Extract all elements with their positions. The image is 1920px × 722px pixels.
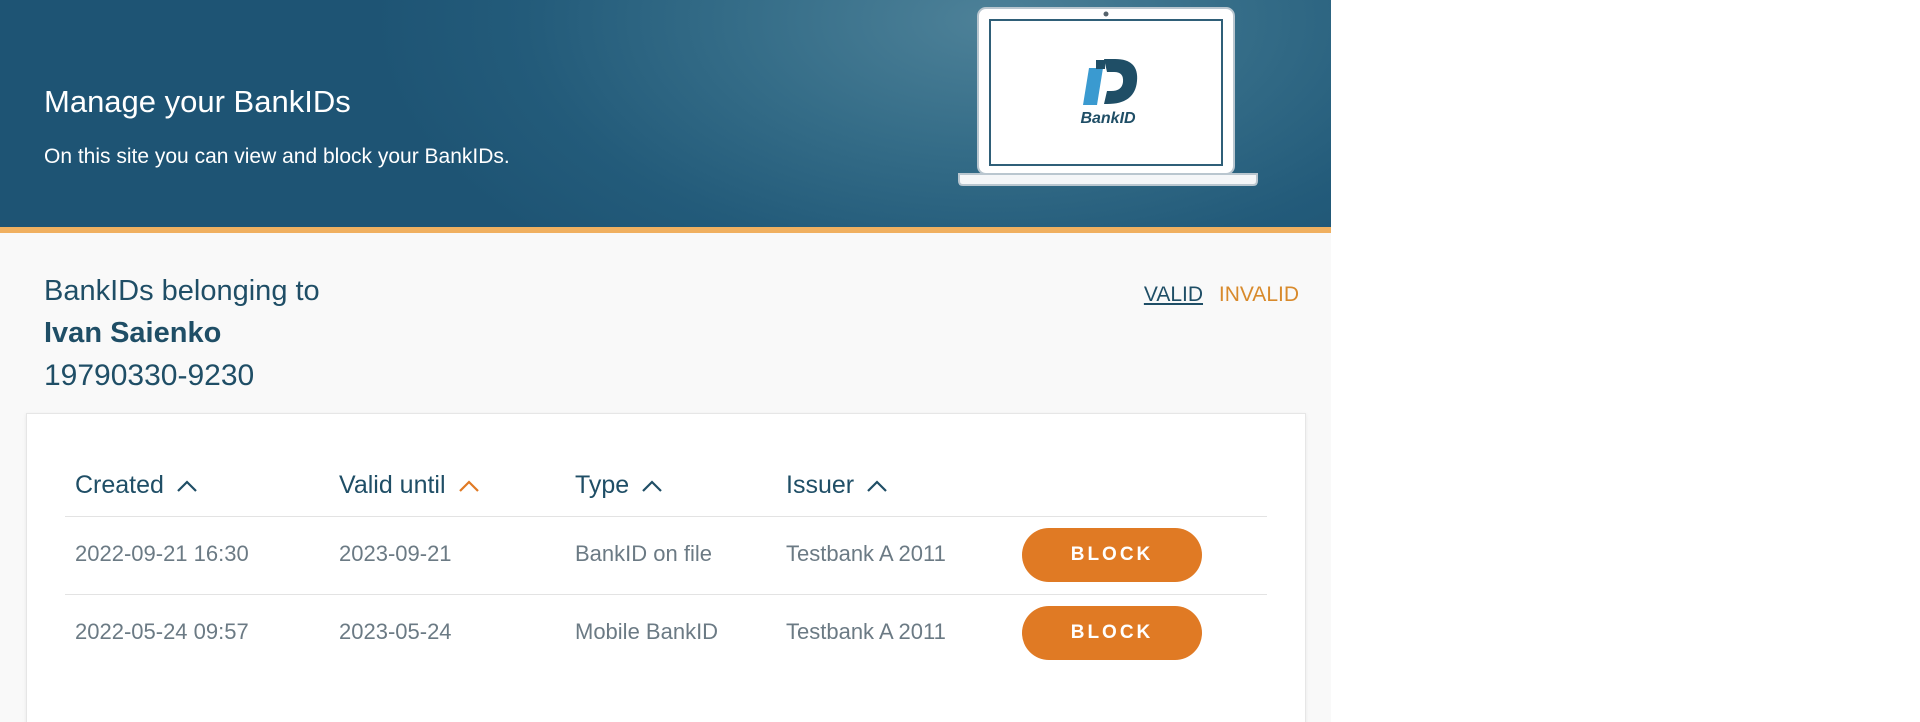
hero-banner: Manage your BankIDs On this site you can… bbox=[0, 0, 1331, 233]
cell-valid-until: 2023-09-21 bbox=[339, 541, 452, 566]
chevron-up-icon bbox=[458, 479, 479, 492]
logo-text: BankID bbox=[1080, 110, 1136, 127]
column-header-label: Valid until bbox=[339, 471, 446, 499]
bankid-table-card: Created Valid until Type Issuer 2022-09-… bbox=[26, 413, 1306, 722]
owner-info: BankIDs belonging to Ivan Saienko 197903… bbox=[44, 270, 320, 397]
cell-issuer: Testbank A 2011 bbox=[786, 619, 946, 644]
chevron-up-icon bbox=[642, 479, 662, 492]
bankid-logo: BankID bbox=[1080, 59, 1138, 127]
block-button[interactable]: BLOCK bbox=[1022, 606, 1202, 660]
owner-name: Ivan Saienko bbox=[44, 317, 222, 349]
cell-created: 2022-09-21 16:30 bbox=[75, 541, 249, 566]
column-header-issuer[interactable]: Issuer bbox=[786, 471, 888, 500]
page-subtitle: On this site you can view and block your… bbox=[44, 145, 510, 168]
page-title: Manage your BankIDs bbox=[44, 84, 351, 119]
block-button[interactable]: BLOCK bbox=[1022, 528, 1202, 582]
column-header-type[interactable]: Type bbox=[575, 471, 663, 500]
owner-heading: BankIDs belonging to bbox=[44, 275, 320, 307]
column-header-label: Issuer bbox=[786, 471, 855, 499]
table-row: 2022-09-21 16:30 2023-09-21 BankID on fi… bbox=[65, 517, 1267, 595]
column-header-label: Type bbox=[575, 471, 630, 499]
column-header-label: Created bbox=[75, 471, 164, 499]
chevron-up-icon bbox=[177, 479, 197, 492]
column-header-created[interactable]: Created bbox=[75, 471, 198, 500]
column-header-valid-until[interactable]: Valid until bbox=[339, 471, 480, 500]
chevron-up-icon bbox=[867, 479, 887, 492]
filter-valid-link[interactable]: VALID bbox=[1144, 283, 1203, 306]
table-row: 2022-05-24 09:57 2023-05-24 Mobile BankI… bbox=[65, 595, 1267, 673]
filter-invalid-link[interactable]: INVALID bbox=[1219, 283, 1299, 306]
cell-type: BankID on file bbox=[575, 541, 712, 566]
laptop-illustration: BankID bbox=[958, 7, 1258, 186]
cell-valid-until: 2023-05-24 bbox=[339, 619, 452, 644]
cell-created: 2022-05-24 09:57 bbox=[75, 619, 249, 644]
status-filter: VALID INVALID bbox=[1144, 283, 1299, 307]
owner-personal-number: 19790330-9230 bbox=[44, 359, 255, 392]
page: Manage your BankIDs On this site you can… bbox=[0, 0, 1331, 722]
cell-issuer: Testbank A 2011 bbox=[786, 541, 946, 566]
cell-type: Mobile BankID bbox=[575, 619, 719, 644]
